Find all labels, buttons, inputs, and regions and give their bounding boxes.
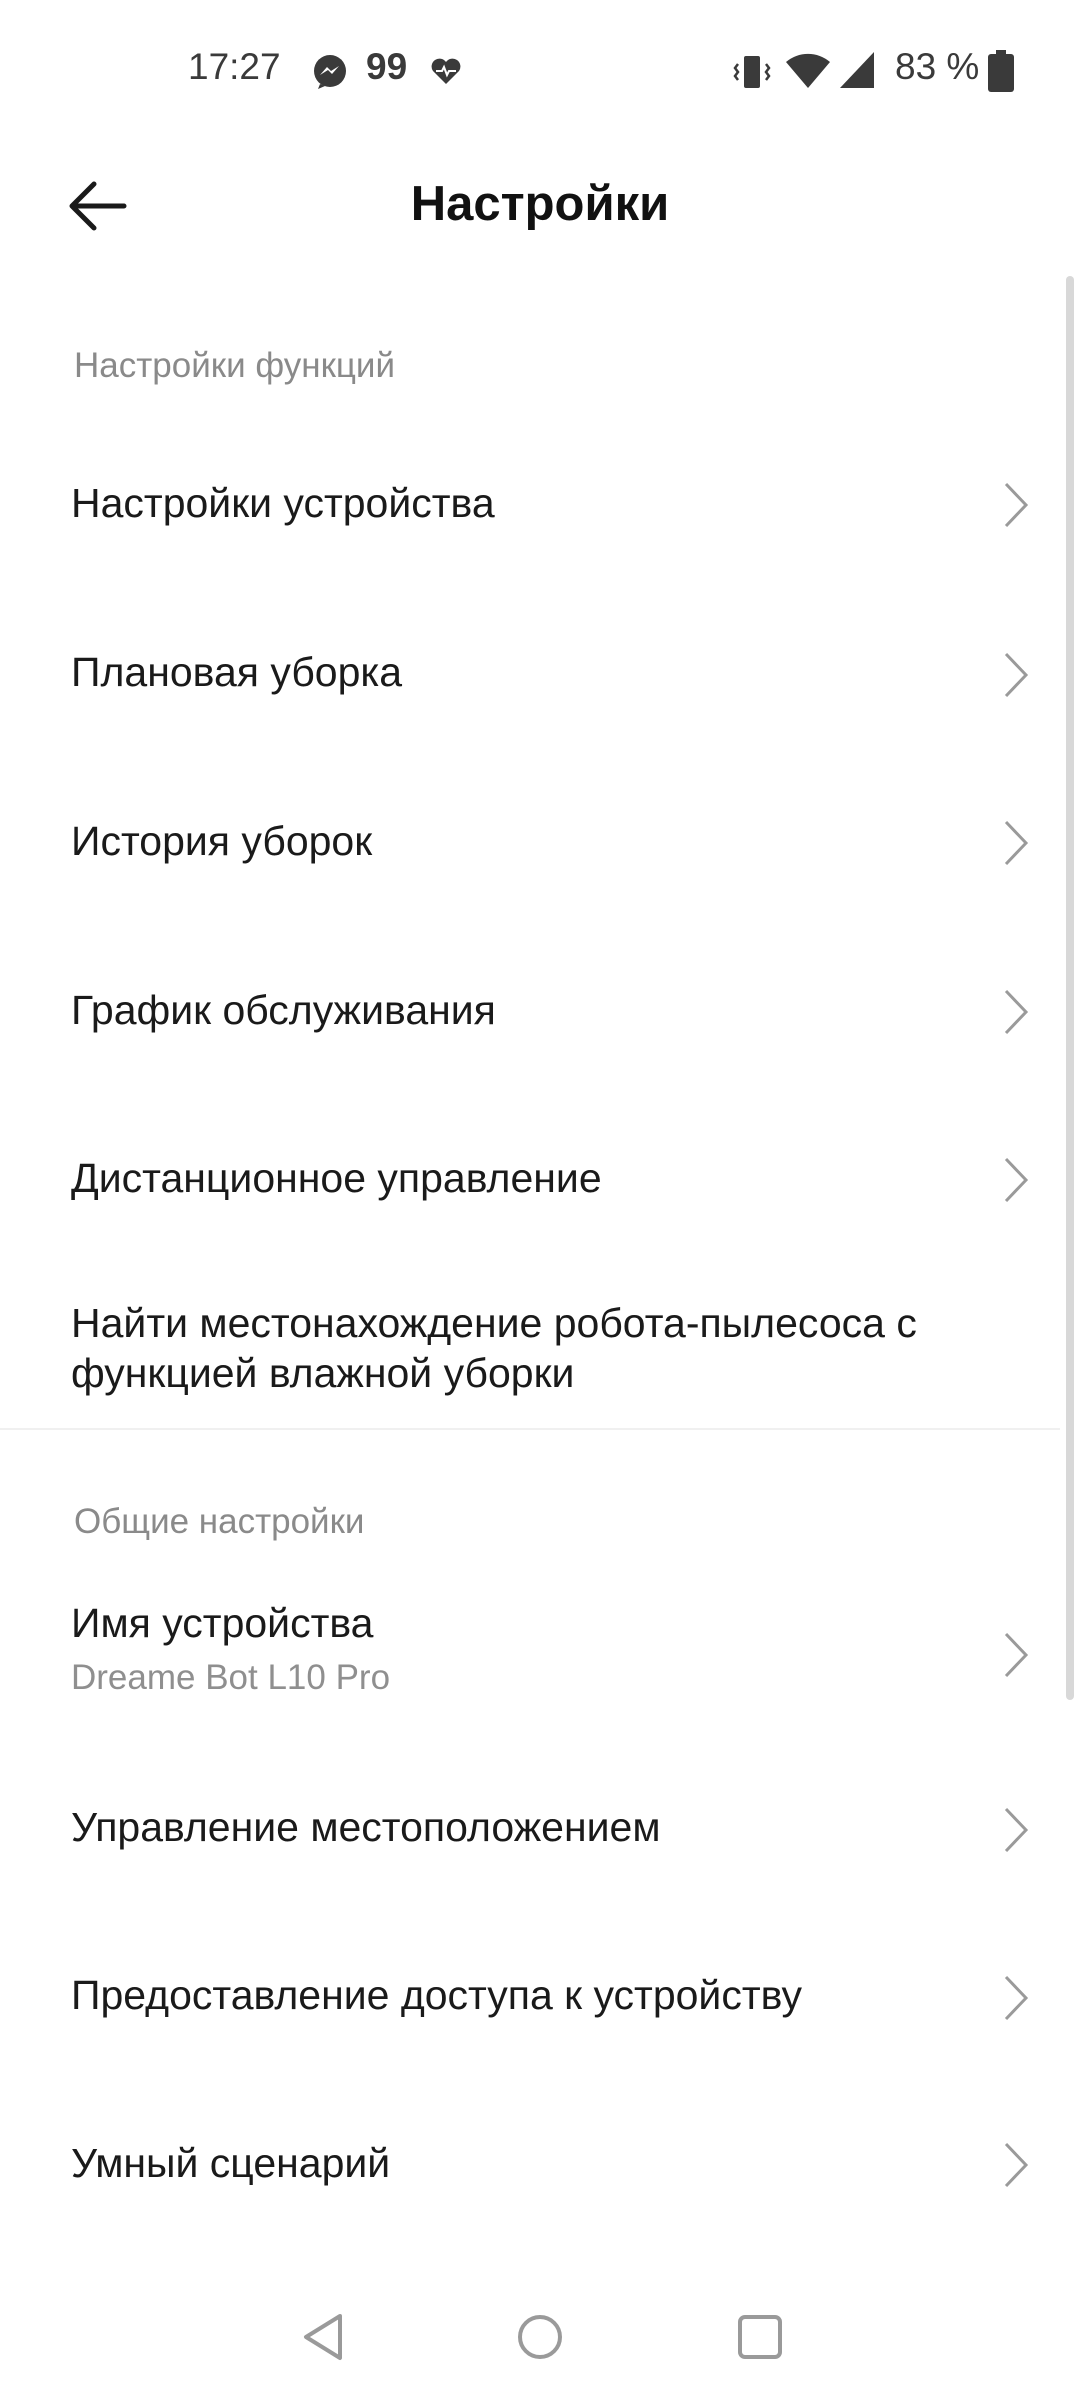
- settings-item-maintenance-schedule[interactable]: График обслуживания: [0, 950, 1060, 1070]
- messenger-icon: [314, 55, 346, 89]
- settings-item-device-settings[interactable]: Настройки устройства: [0, 445, 1060, 565]
- status-time: 17:27: [188, 46, 281, 87]
- home-circle-icon[interactable]: [505, 2302, 575, 2372]
- item-label: График обслуживания: [71, 987, 496, 1033]
- page-title: Настройки: [410, 177, 670, 231]
- chevron-right-icon: [1004, 2142, 1029, 2188]
- settings-item-smart-scenario[interactable]: Умный сценарий: [0, 2105, 1060, 2225]
- chevron-right-icon: [1004, 820, 1029, 866]
- chevron-right-icon: [1004, 1975, 1029, 2021]
- notification-count: 99: [366, 46, 408, 87]
- wifi-icon: [786, 53, 830, 88]
- section-divider: [0, 1428, 1060, 1430]
- back-triangle-icon[interactable]: [290, 2302, 360, 2372]
- chevron-right-icon: [1004, 1632, 1029, 1678]
- settings-item-location-management[interactable]: Управление местоположением: [0, 1765, 1060, 1885]
- settings-item-device-name[interactable]: Имя устройства Dreame Bot L10 Pro: [0, 1590, 1060, 1720]
- signal-icon: [840, 52, 874, 88]
- system-nav-bar: [0, 2280, 1080, 2400]
- item-label: Управление местоположением: [71, 1804, 661, 1850]
- recents-square-icon[interactable]: [725, 2302, 795, 2372]
- header: Настройки: [0, 140, 1080, 270]
- settings-screen: 17:27 99 83 % Настройки Настройки функци…: [0, 0, 1080, 2400]
- item-label: Плановая уборка: [71, 649, 403, 695]
- item-label: Настройки устройства: [71, 480, 495, 526]
- chevron-right-icon: [1004, 482, 1029, 528]
- item-label: История уборок: [71, 818, 373, 864]
- scrollbar[interactable]: [1066, 276, 1074, 1700]
- settings-item-cleaning-history[interactable]: История уборок: [0, 783, 1060, 903]
- battery-percent: 83 %: [895, 46, 980, 87]
- item-label: Имя устройства: [71, 1600, 374, 1646]
- heart-pulse-icon: [431, 58, 461, 84]
- item-label-line2: функцией влажной уборки: [71, 1350, 575, 1396]
- section-title-general: Общие настройки: [74, 1502, 365, 1541]
- chevron-right-icon: [1004, 1157, 1029, 1203]
- vibrate-icon: [733, 56, 771, 88]
- item-label: Предоставление доступа к устройству: [71, 1972, 802, 2018]
- device-name-value: Dreame Bot L10 Pro: [71, 1658, 391, 1697]
- status-bar: 17:27 99 83 %: [0, 0, 1080, 140]
- chevron-right-icon: [1004, 652, 1029, 698]
- settings-item-remote-control[interactable]: Дистанционное управление: [0, 1120, 1060, 1240]
- settings-item-scheduled-cleaning[interactable]: Плановая уборка: [0, 615, 1060, 735]
- item-label: Дистанционное управление: [71, 1155, 602, 1201]
- item-label: Умный сценарий: [71, 2140, 391, 2186]
- chevron-right-icon: [1004, 989, 1029, 1035]
- item-label-line1: Найти местонахождение робота-пылесоса с: [71, 1300, 917, 1346]
- section-title-functions: Настройки функций: [74, 346, 396, 385]
- battery-icon: [988, 50, 1014, 92]
- settings-item-find-robot[interactable]: Найти местонахождение робота-пылесоса с …: [0, 1290, 1060, 1410]
- chevron-right-icon: [1004, 1807, 1029, 1853]
- settings-item-device-sharing[interactable]: Предоставление доступа к устройству: [0, 1935, 1060, 2055]
